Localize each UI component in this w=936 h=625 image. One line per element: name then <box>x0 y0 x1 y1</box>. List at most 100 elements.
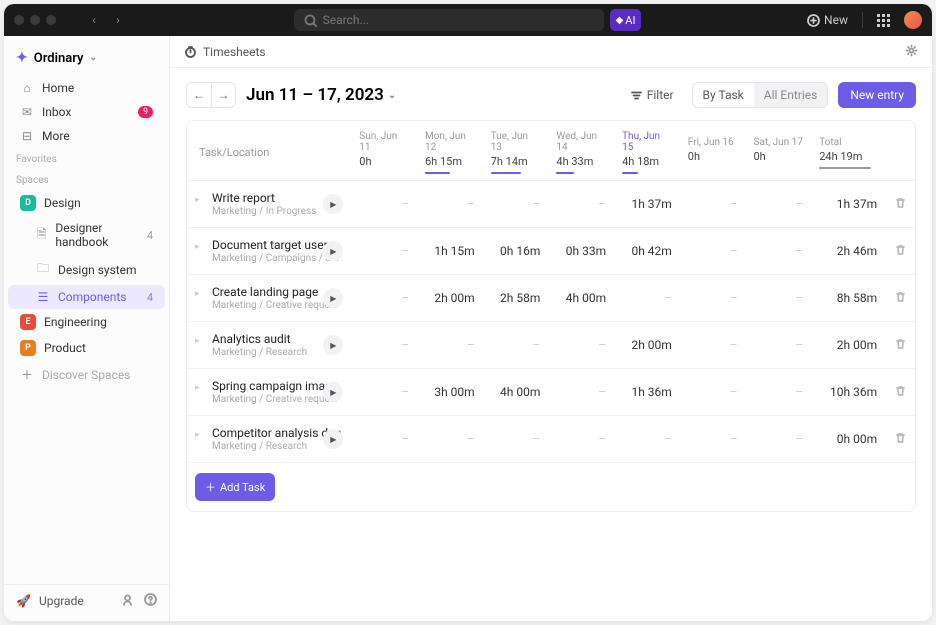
ai-button[interactable]: ◆ AI <box>610 9 642 31</box>
play-button[interactable]: ▶ <box>323 429 343 449</box>
play-button[interactable]: ▶ <box>323 382 343 402</box>
play-button[interactable]: ▶ <box>323 241 343 261</box>
task-cell[interactable]: ▸ Analytics auditMarketing / Research ▶ <box>187 322 351 369</box>
time-cell[interactable]: 4h 00m <box>548 275 614 322</box>
task-cell[interactable]: ▸ Spring campaign imag...Marketing / Cre… <box>187 369 351 416</box>
expand-caret-icon[interactable]: ▸ <box>195 430 203 440</box>
help-icon[interactable] <box>144 593 157 609</box>
time-cell[interactable]: – <box>746 181 812 228</box>
user-avatar[interactable] <box>904 11 922 29</box>
time-cell[interactable]: 0h 16m <box>483 228 549 275</box>
search-input[interactable]: Search... <box>294 9 604 31</box>
date-range-picker[interactable]: Jun 11 – 17, 2023 ⌄ <box>246 85 396 105</box>
sidebar-item-more[interactable]: ⊟ More <box>8 124 165 148</box>
time-cell[interactable]: – <box>417 416 483 463</box>
time-cell[interactable]: – <box>614 416 680 463</box>
delete-button[interactable] <box>885 228 915 275</box>
sidebar-item-designer-handbook[interactable]: 🗎 Designer handbook 4 <box>8 216 165 254</box>
time-cell[interactable]: 0h 42m <box>614 228 680 275</box>
task-cell[interactable]: ▸ Write reportMarketing / In Progress ▶ <box>187 181 351 228</box>
time-cell[interactable]: 1h 37m <box>614 181 680 228</box>
time-cell[interactable]: – <box>417 181 483 228</box>
nav-forward-button[interactable]: › <box>108 10 128 30</box>
time-cell[interactable]: – <box>548 181 614 228</box>
add-task-button[interactable]: ＋Add Task <box>195 473 275 501</box>
time-cell[interactable]: – <box>680 181 746 228</box>
sidebar-item-inbox[interactable]: ✉ Inbox 9 <box>8 100 165 124</box>
sidebar-space-engineering[interactable]: E Engineering <box>8 309 165 335</box>
time-cell[interactable]: – <box>680 275 746 322</box>
task-cell[interactable]: ▸ Create landing pageMarketing / Creativ… <box>187 275 351 322</box>
time-cell[interactable]: – <box>548 416 614 463</box>
upgrade-button[interactable]: Upgrade <box>39 594 84 608</box>
time-cell[interactable]: – <box>483 416 549 463</box>
sidebar-space-product[interactable]: P Product <box>8 335 165 361</box>
new-entry-button[interactable]: New entry <box>838 82 916 108</box>
delete-button[interactable] <box>885 322 915 369</box>
filter-button[interactable]: Filter <box>622 83 682 107</box>
date-prev-button[interactable]: ← <box>187 83 211 107</box>
sidebar-item-design-system[interactable]: 🗀 Design system <box>8 254 165 285</box>
apps-menu-button[interactable] <box>877 14 890 27</box>
delete-button[interactable] <box>885 275 915 322</box>
time-cell[interactable]: – <box>680 322 746 369</box>
time-cell[interactable]: – <box>417 322 483 369</box>
col-day: Wed, Jun 14 4h 33m <box>548 121 614 181</box>
time-cell[interactable]: 3h 00m <box>417 369 483 416</box>
toolbar: ← → Jun 11 – 17, 2023 ⌄ Filter By Task A… <box>170 68 932 120</box>
expand-caret-icon[interactable]: ▸ <box>195 195 203 205</box>
delete-button[interactable] <box>885 181 915 228</box>
time-cell[interactable]: 2h 58m <box>483 275 549 322</box>
nav-back-button[interactable]: ‹ <box>84 10 104 30</box>
time-cell[interactable]: 1h 15m <box>417 228 483 275</box>
time-cell[interactable]: – <box>351 322 417 369</box>
time-cell[interactable]: – <box>351 228 417 275</box>
expand-caret-icon[interactable]: ▸ <box>195 242 203 252</box>
trash-icon <box>894 337 907 350</box>
time-cell[interactable]: 4h 00m <box>483 369 549 416</box>
sidebar-item-home[interactable]: ⌂ Home <box>8 76 165 100</box>
invite-icon[interactable] <box>121 593 134 609</box>
task-cell[interactable]: ▸ Competitor analysis docMarketing / Res… <box>187 416 351 463</box>
time-cell[interactable]: – <box>746 322 812 369</box>
time-cell[interactable]: – <box>483 322 549 369</box>
seg-by-task[interactable]: By Task <box>693 83 754 107</box>
play-button[interactable]: ▶ <box>323 288 343 308</box>
time-cell[interactable]: – <box>680 369 746 416</box>
time-cell[interactable]: – <box>680 416 746 463</box>
delete-button[interactable] <box>885 416 915 463</box>
time-cell[interactable]: – <box>746 416 812 463</box>
time-cell[interactable]: 2h 00m <box>614 322 680 369</box>
task-name: Spring campaign imag...Marketing / Creat… <box>212 379 341 405</box>
time-cell[interactable]: – <box>746 228 812 275</box>
settings-icon[interactable] <box>905 46 918 60</box>
time-cell[interactable]: – <box>351 181 417 228</box>
time-cell[interactable]: – <box>680 228 746 275</box>
workspace-switcher[interactable]: ✦ Ordinary ⌄ <box>4 40 169 76</box>
time-cell[interactable]: – <box>351 416 417 463</box>
new-button[interactable]: New <box>807 13 848 27</box>
date-next-button[interactable]: → <box>211 83 235 107</box>
time-cell[interactable]: 2h 00m <box>417 275 483 322</box>
time-cell[interactable]: – <box>351 275 417 322</box>
sidebar-item-components[interactable]: ☰ Components 4 <box>8 285 165 309</box>
sidebar-space-design[interactable]: D Design <box>8 190 165 216</box>
play-button[interactable]: ▶ <box>323 194 343 214</box>
time-cell[interactable]: – <box>548 322 614 369</box>
expand-caret-icon[interactable]: ▸ <box>195 336 203 346</box>
time-cell[interactable]: – <box>746 275 812 322</box>
time-cell[interactable]: – <box>548 369 614 416</box>
task-cell[interactable]: ▸ Document target usersMarketing / Campa… <box>187 228 351 275</box>
time-cell[interactable]: – <box>351 369 417 416</box>
time-cell[interactable]: 1h 36m <box>614 369 680 416</box>
time-cell[interactable]: 0h 33m <box>548 228 614 275</box>
seg-all-entries[interactable]: All Entries <box>754 83 828 107</box>
time-cell[interactable]: – <box>483 181 549 228</box>
expand-caret-icon[interactable]: ▸ <box>195 289 203 299</box>
expand-caret-icon[interactable]: ▸ <box>195 383 203 393</box>
sidebar-discover-spaces[interactable]: ＋ Discover Spaces <box>8 361 165 388</box>
time-cell[interactable]: – <box>614 275 680 322</box>
time-cell[interactable]: – <box>746 369 812 416</box>
delete-button[interactable] <box>885 369 915 416</box>
play-button[interactable]: ▶ <box>323 335 343 355</box>
